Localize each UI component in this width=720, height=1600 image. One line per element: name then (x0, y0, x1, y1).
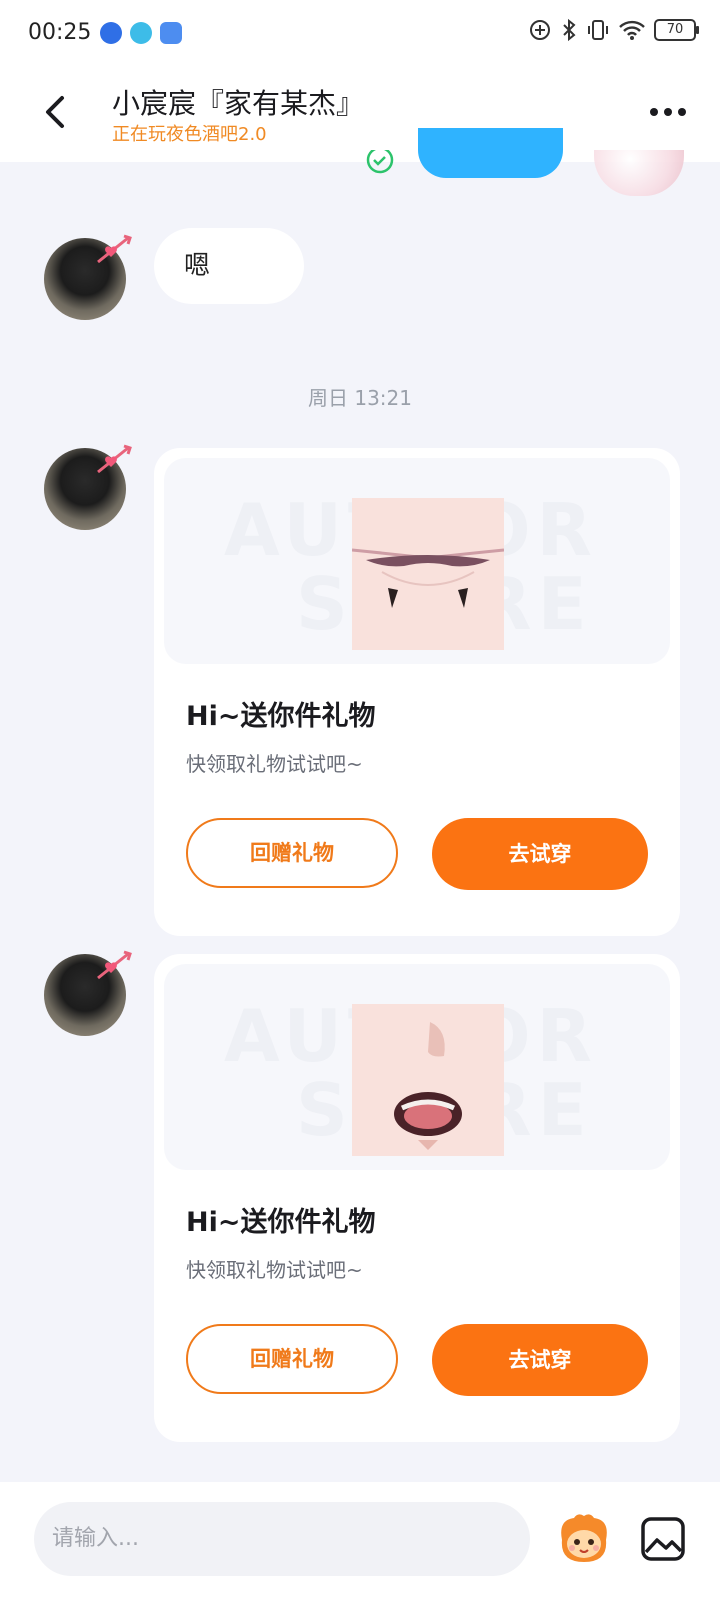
heart-arrow-decoration-icon (97, 234, 132, 264)
battery-icon: 70 (654, 19, 699, 41)
status-bar: 00:25 70 (0, 0, 720, 66)
return-gift-button[interactable]: 回赠礼物 (186, 818, 398, 888)
back-button[interactable] (34, 90, 78, 134)
status-icons: 70 (528, 18, 699, 42)
gift-description: 快领取礼物试试吧~ (186, 1258, 363, 1282)
image-picker-icon[interactable] (640, 1516, 686, 1562)
app-notification-icon (100, 22, 122, 44)
gift-preview: AUTHOR STORE (164, 964, 670, 1170)
sent-message-bubble[interactable] (418, 128, 563, 178)
heart-arrow-decoration-icon (97, 950, 132, 980)
gift-title: Hi~送你件礼物 (186, 701, 376, 732)
gift-card[interactable]: AUTHOR STORE Hi~送你件礼物 快领取礼物试试吧~ 回赠礼物 去试穿 (154, 448, 680, 936)
status-time: 00:25 (28, 20, 92, 45)
gift-description: 快领取礼物试试吧~ (186, 752, 363, 776)
my-avatar[interactable] (594, 150, 684, 196)
gift-item-image-mouth (352, 1004, 504, 1156)
gift-title: Hi~送你件礼物 (186, 1207, 376, 1238)
message-input-bar: 请输入... (0, 1482, 720, 1600)
settings-notification-icon (160, 22, 182, 44)
gift-item-image-fangs (352, 498, 504, 650)
heart-arrow-decoration-icon (97, 444, 132, 474)
sticker-mascot-icon[interactable] (554, 1510, 614, 1570)
return-gift-button[interactable]: 回赠礼物 (186, 1324, 398, 1394)
contact-avatar[interactable] (44, 950, 132, 1036)
chat-title: 小宸宸『家有某杰』 (112, 87, 365, 120)
wifi-icon (619, 20, 645, 40)
try-on-button[interactable]: 去试穿 (432, 818, 648, 890)
read-check-icon (366, 150, 394, 174)
time-separator: 周日 13:21 (308, 386, 412, 410)
try-on-button[interactable]: 去试穿 (432, 1324, 648, 1396)
gift-card[interactable]: AUTHOR STORE Hi~送你件礼物 快领取礼物试试吧~ 回赠礼物 去试穿 (154, 954, 680, 1442)
message-input[interactable]: 请输入... (34, 1502, 530, 1576)
data-saver-icon (530, 20, 550, 40)
contact-avatar[interactable] (44, 234, 132, 320)
app-notification-icon (130, 22, 152, 44)
contact-avatar[interactable] (44, 444, 132, 530)
bluetooth-icon (563, 18, 576, 42)
vibrate-icon (588, 20, 608, 40)
gift-preview: AUTHOR STORE (164, 458, 670, 664)
received-message-bubble[interactable]: 嗯 (154, 228, 304, 304)
chat-status-subtitle: 正在玩夜色酒吧2.0 (112, 124, 267, 145)
more-options-button[interactable] (646, 100, 690, 124)
chat-header: 小宸宸『家有某杰』 正在玩夜色酒吧2.0 (0, 66, 720, 162)
